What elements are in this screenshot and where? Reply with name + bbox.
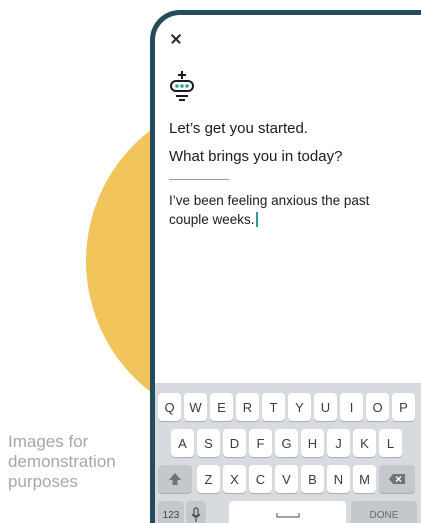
key-i[interactable]: I [340,393,363,421]
key-x[interactable]: X [223,465,246,493]
key-z[interactable]: Z [197,465,220,493]
phone-screen: Let’s get you started. What brings you i… [155,15,421,523]
key-e[interactable]: E [210,393,233,421]
key-f[interactable]: F [249,429,272,457]
caption-line-1: Images for [8,432,89,451]
caption-line-3: purposes [8,472,78,491]
key-g[interactable]: G [275,429,298,457]
demo-caption: Images for demonstration purposes [8,432,148,492]
key-m[interactable]: M [353,465,376,493]
mic-key[interactable] [186,501,206,523]
divider [169,179,229,180]
done-key[interactable]: DONE [351,501,417,523]
key-b[interactable]: B [301,465,324,493]
key-h[interactable]: H [301,429,324,457]
key-l[interactable]: L [379,429,402,457]
key-a[interactable]: A [171,429,194,457]
microphone-icon [191,507,201,522]
shift-icon [169,473,181,485]
greeting-text: Let’s get you started. [169,120,308,137]
key-q[interactable]: Q [158,393,181,421]
key-t[interactable]: T [262,393,285,421]
key-v[interactable]: V [275,465,298,493]
key-j[interactable]: J [327,429,350,457]
shift-key[interactable] [158,465,192,493]
user-message-input[interactable]: I’ve been feeling anxious the past coupl… [169,191,399,229]
key-r[interactable]: R [236,393,259,421]
phone-frame: Let’s get you started. What brings you i… [150,10,421,523]
numbers-key[interactable]: 123 [158,501,184,523]
space-icon [275,513,300,518]
caption-line-2: demonstration [8,452,116,471]
user-message-text: I’ve been feeling anxious the past coupl… [169,193,370,227]
backspace-icon [389,474,405,484]
key-c[interactable]: C [249,465,272,493]
key-y[interactable]: Y [288,393,311,421]
key-o[interactable]: O [366,393,389,421]
key-u[interactable]: U [314,393,337,421]
space-key[interactable] [229,501,346,523]
key-n[interactable]: N [327,465,350,493]
key-d[interactable]: D [223,429,246,457]
key-k[interactable]: K [353,429,376,457]
question-text: What brings you in today? [169,148,343,165]
text-cursor [255,212,258,227]
keyboard: Q W E R T Y U I O P A S D F G H J K L Z … [155,383,421,523]
key-s[interactable]: S [197,429,220,457]
close-icon[interactable] [167,29,187,49]
key-w[interactable]: W [184,393,207,421]
backspace-key[interactable] [379,465,415,493]
bot-icon [170,71,194,101]
key-p[interactable]: P [392,393,415,421]
